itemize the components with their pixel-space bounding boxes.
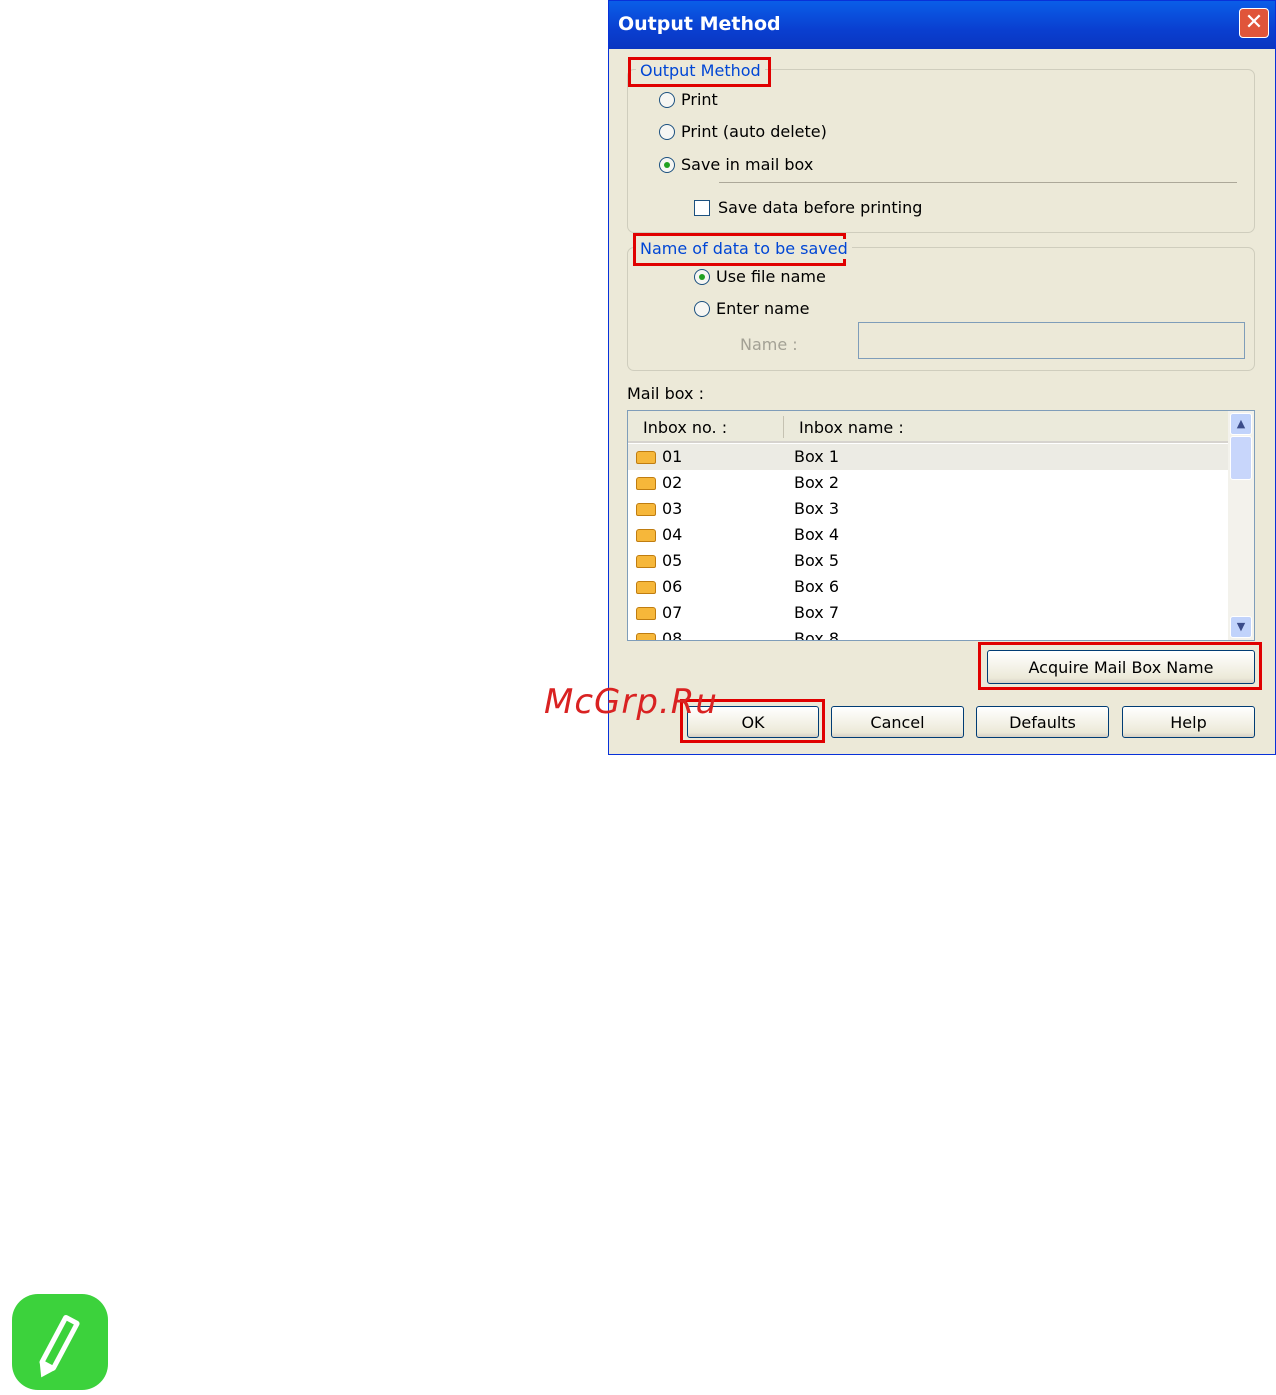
radio-enter-name-label: Enter name xyxy=(716,299,810,318)
radio-print[interactable]: Print xyxy=(659,90,718,110)
checkbox-save-before-printing[interactable]: Save data before printing xyxy=(694,198,922,218)
radio-print-label: Print xyxy=(681,90,718,109)
close-icon[interactable]: ✕ xyxy=(1239,8,1269,38)
column-inbox-no[interactable]: Inbox no. : xyxy=(643,418,727,437)
note-pencil-icon xyxy=(12,1294,108,1390)
acquire-mail-box-name-button[interactable]: Acquire Mail Box Name xyxy=(987,650,1255,684)
radio-enter-name[interactable]: Enter name xyxy=(694,299,809,319)
radio-print-circle[interactable] xyxy=(659,92,675,108)
radio-print-auto-delete-circle[interactable] xyxy=(659,124,675,140)
list-item[interactable]: 08 Box 8 xyxy=(628,626,1228,640)
radio-use-file-name[interactable]: Use file name xyxy=(694,267,826,287)
mailbox-icon xyxy=(636,503,656,516)
mailbox-icon xyxy=(636,451,656,464)
mailbox-icon xyxy=(636,555,656,568)
name-input[interactable] xyxy=(858,322,1245,359)
list-item[interactable]: 01 Box 1 xyxy=(628,444,1228,470)
mailbox-icon xyxy=(636,607,656,620)
mail-box-list[interactable]: Inbox no. : Inbox name : 01 Box 1 02 Box… xyxy=(627,410,1255,641)
list-scrollbar[interactable]: ▲ ▼ xyxy=(1228,411,1254,640)
radio-print-auto-delete[interactable]: Print (auto delete) xyxy=(659,122,827,142)
list-item[interactable]: 04 Box 4 xyxy=(628,522,1228,548)
list-header: Inbox no. : Inbox name : xyxy=(628,411,1228,443)
radio-save-in-mail-box-circle[interactable] xyxy=(659,157,675,173)
separator xyxy=(719,182,1237,183)
help-button[interactable]: Help xyxy=(1122,706,1255,738)
list-item[interactable]: 05 Box 5 xyxy=(628,548,1228,574)
cancel-button[interactable]: Cancel xyxy=(831,706,964,738)
list-item[interactable]: 07 Box 7 xyxy=(628,600,1228,626)
column-divider[interactable] xyxy=(783,416,784,438)
scroll-up-icon[interactable]: ▲ xyxy=(1230,413,1252,435)
scroll-thumb[interactable] xyxy=(1230,436,1252,480)
checkbox-save-before-printing-label: Save data before printing xyxy=(718,198,923,217)
mail-box-label: Mail box : xyxy=(627,384,704,403)
defaults-button[interactable]: Defaults xyxy=(976,706,1109,738)
checkbox-save-before-printing-box[interactable] xyxy=(694,200,710,216)
list-item[interactable]: 03 Box 3 xyxy=(628,496,1228,522)
watermark: McGrp.Ru xyxy=(544,682,718,722)
radio-save-in-mail-box[interactable]: Save in mail box xyxy=(659,155,813,175)
radio-print-auto-delete-label: Print (auto delete) xyxy=(681,122,827,141)
data-name-legend: Name of data to be saved xyxy=(636,239,852,259)
mailbox-icon xyxy=(636,581,656,594)
name-field-label: Name : xyxy=(740,335,798,354)
mailbox-icon xyxy=(636,529,656,542)
list-item[interactable]: 02 Box 2 xyxy=(628,470,1228,496)
output-method-legend: Output Method xyxy=(636,61,765,81)
title-bar[interactable]: Output Method ✕ xyxy=(609,1,1275,49)
radio-save-in-mail-box-label: Save in mail box xyxy=(681,155,814,174)
radio-enter-name-circle[interactable] xyxy=(694,301,710,317)
radio-use-file-name-label: Use file name xyxy=(716,267,826,286)
column-inbox-name[interactable]: Inbox name : xyxy=(799,418,904,437)
mailbox-icon xyxy=(636,477,656,490)
list-item[interactable]: 06 Box 6 xyxy=(628,574,1228,600)
mailbox-icon xyxy=(636,633,656,640)
scroll-down-icon[interactable]: ▼ xyxy=(1230,616,1252,638)
output-method-dialog: Output Method ✕ Output Method Print Prin… xyxy=(608,0,1276,755)
dialog-title: Output Method xyxy=(618,13,781,35)
radio-use-file-name-circle[interactable] xyxy=(694,269,710,285)
